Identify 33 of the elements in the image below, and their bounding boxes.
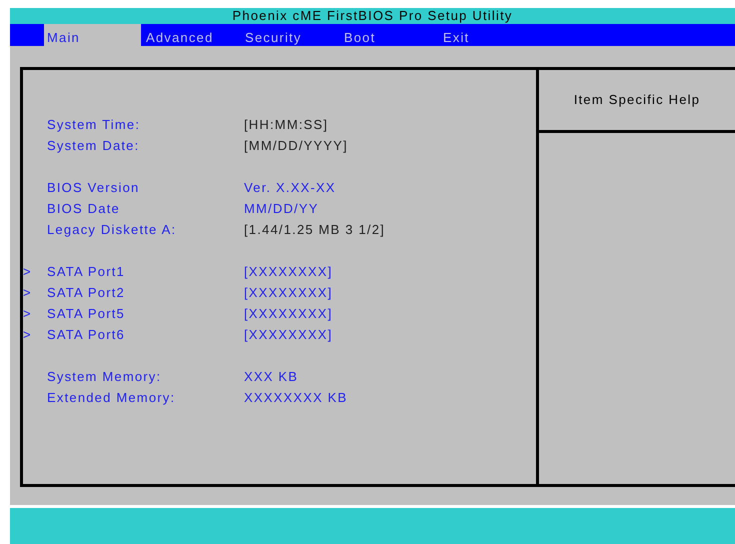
menu-tab[interactable]: Boot [341,24,440,46]
submenu-marker: > [23,284,32,300]
setting-value[interactable]: [XXXXXXXX] [244,306,333,321]
setting-value[interactable]: [XXXXXXXX] [244,326,333,342]
submenu-marker: > [23,326,32,342]
setting-value[interactable]: [XXXXXXXX] [244,284,333,300]
submenu-marker: > [23,264,32,279]
setting-label: Extended Memory: [47,390,176,405]
setting-value: Ver. X.XX-XX [244,180,336,195]
setting-value: XXX KB [244,368,298,384]
menu-tab[interactable]: Security [242,24,341,46]
submenu-marker: > [23,306,32,321]
window-title: Phoenix cME FirstBIOS Pro Setup Utility [232,8,513,24]
setting-label[interactable]: System Date: [47,138,244,153]
menu-tab[interactable]: Advanced [143,24,242,46]
setting-value: XXXXXXXX KB [244,390,348,405]
setting-label[interactable]: SATA Port1 [47,264,244,279]
setting-label[interactable]: Legacy Diskette A: [47,222,244,237]
menu-tab[interactable]: Main [44,24,141,46]
help-title: Item Specific Help [574,92,700,108]
menu-tab[interactable]: Exit [440,24,539,46]
setting-value[interactable]: [HH:MM:SS] [244,116,328,132]
setting-label: BIOS Version [47,180,140,195]
setting-label[interactable]: SATA Port2 [47,284,244,300]
setting-label: BIOS Date [47,200,121,216]
setting-label[interactable]: SATA Port5 [47,306,244,321]
setting-value[interactable]: [1.44/1.25 MB 3 1/2] [244,222,386,237]
setting-label: System Memory: [47,368,162,384]
setting-value[interactable]: [XXXXXXXX] [244,264,333,279]
setting-label[interactable]: System Time: [47,116,244,132]
setting-value[interactable]: [MM/DD/YYYY] [244,138,348,153]
setting-value: MM/DD/YY [244,200,319,216]
setting-label[interactable]: SATA Port6 [47,326,244,342]
